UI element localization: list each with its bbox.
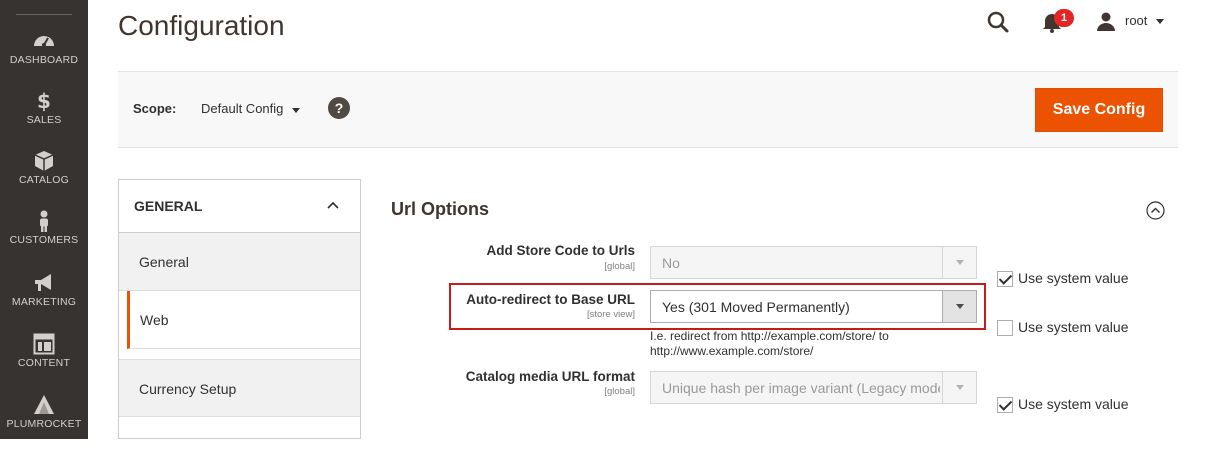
sidebar-item-sales[interactable]: $ SALES	[0, 90, 88, 150]
scope-label: Scope:	[133, 101, 177, 116]
cube-icon	[34, 151, 54, 171]
collapse-circle-icon[interactable]	[1146, 201, 1165, 220]
sidebar-item-label: CUSTOMERS	[9, 234, 79, 246]
sidebar-item-label: MARKETING	[11, 296, 77, 308]
user-menu-name[interactable]: root	[1125, 13, 1147, 28]
person-icon	[40, 210, 48, 232]
auto-redirect-select[interactable]: Yes (301 Moved Permanently)	[650, 290, 977, 323]
field-label-catalog-media-url: Catalog media URL format	[465, 369, 635, 384]
scope-bar: Scope: Default Config ? Save Config	[118, 71, 1178, 148]
chevron-up-icon[interactable]	[325, 197, 341, 213]
checkbox-label[interactable]: Use system value	[1018, 396, 1128, 412]
sidebar-item-plumrocket[interactable]: PLUMROCKET	[0, 394, 88, 454]
tab-web[interactable]: Web	[127, 291, 360, 349]
dashboard-icon	[34, 36, 54, 47]
section-title[interactable]: Url Options	[391, 199, 489, 220]
add-store-code-select: No	[650, 246, 977, 279]
sidebar-item-customers[interactable]: CUSTOMERS	[0, 210, 88, 270]
dollar-icon: $	[37, 90, 51, 112]
use-system-value-checkbox[interactable]	[997, 320, 1013, 336]
chevron-down-icon	[942, 247, 976, 278]
chevron-down-icon	[942, 372, 976, 403]
sidebar-item-label: DASHBOARD	[9, 54, 79, 66]
sidebar-divider	[16, 14, 72, 15]
sidebar-item-label: CATALOG	[18, 174, 70, 186]
catalog-media-url-select: Unique hash per image variant (Legacy mo…	[650, 371, 977, 404]
use-system-value-checkbox[interactable]	[997, 397, 1013, 413]
sidebar-item-marketing[interactable]: MARKETING	[0, 272, 88, 332]
sidebar-item-dashboard[interactable]: DASHBOARD	[0, 30, 88, 90]
plumrocket-logo-icon	[34, 395, 54, 414]
page-title: Configuration	[118, 10, 285, 41]
field-scope: [global]	[604, 386, 635, 397]
megaphone-icon	[35, 274, 51, 291]
scope-switcher[interactable]: Default Config	[201, 101, 283, 116]
chevron-down-icon[interactable]	[292, 108, 300, 113]
sidebar-item-label: PLUMROCKET	[6, 418, 82, 430]
checkbox-label[interactable]: Use system value	[1018, 270, 1128, 286]
admin-sidebar: DASHBOARD $ SALES CATALOG CUSTOMERS MARK…	[0, 0, 88, 439]
checkbox-label[interactable]: Use system value	[1018, 319, 1128, 335]
notification-badge[interactable]: 1	[1054, 9, 1074, 27]
field-note: I.e. redirect from http://example.com/st…	[650, 329, 889, 358]
field-scope: [global]	[604, 261, 635, 272]
select-value: Yes (301 Moved Permanently)	[662, 299, 850, 315]
select-value: Unique hash per image variant (Legacy mo…	[662, 380, 940, 396]
svg-text:$: $	[37, 90, 51, 112]
layout-icon	[33, 333, 55, 355]
tab-group-title: GENERAL	[134, 198, 203, 214]
field-label-auto-redirect: Auto-redirect to Base URL	[466, 292, 635, 307]
sidebar-item-label: SALES	[26, 114, 62, 126]
use-system-value-checkbox[interactable]	[997, 271, 1013, 287]
tab-label: General	[139, 254, 189, 270]
tab-label: Currency Setup	[139, 381, 237, 397]
search-icon[interactable]	[986, 10, 1010, 34]
sidebar-item-label: CONTENT	[17, 357, 71, 369]
tab-group-general[interactable]: GENERAL	[119, 180, 360, 233]
chevron-down-icon[interactable]	[942, 291, 976, 322]
sidebar-item-content[interactable]: CONTENT	[0, 333, 88, 393]
select-value: No	[662, 255, 680, 271]
field-scope: [store view]	[586, 309, 635, 320]
config-tabs: GENERAL General Web Currency Setup	[118, 179, 361, 439]
tab-general[interactable]: General	[119, 233, 360, 291]
user-icon[interactable]	[1096, 11, 1116, 31]
sidebar-item-catalog[interactable]: CATALOG	[0, 150, 88, 210]
field-label-add-store-code: Add Store Code to Urls	[486, 243, 635, 258]
chevron-down-icon[interactable]	[1156, 19, 1164, 24]
tab-currency-setup[interactable]: Currency Setup	[119, 359, 360, 417]
tab-label: Web	[140, 312, 169, 328]
save-config-button[interactable]: Save Config	[1035, 88, 1163, 132]
help-icon[interactable]: ?	[328, 97, 350, 119]
